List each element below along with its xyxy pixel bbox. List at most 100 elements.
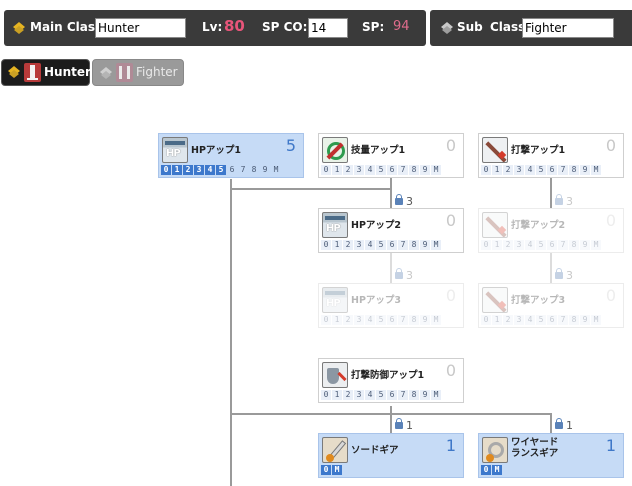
level-option[interactable]: 7: [558, 165, 568, 175]
level-option[interactable]: M: [271, 165, 281, 175]
skill-card-hp-up-1[interactable]: HP HPアップ1 5 0123456789M: [158, 133, 304, 178]
level-option[interactable]: 2: [343, 390, 353, 400]
level-option[interactable]: 4: [525, 165, 535, 175]
level-option[interactable]: 0: [321, 390, 331, 400]
level-option[interactable]: M: [431, 315, 441, 325]
level-option[interactable]: 6: [387, 390, 397, 400]
level-option[interactable]: 8: [569, 240, 579, 250]
level-option[interactable]: 5: [376, 390, 386, 400]
level-option[interactable]: 0: [481, 240, 491, 250]
level-option[interactable]: 2: [503, 240, 513, 250]
main-class-input[interactable]: Hunter: [95, 18, 186, 38]
skill-card-wired-lance-gear[interactable]: ワイヤード ランスギア 1 0M: [478, 433, 624, 478]
level-option[interactable]: 6: [227, 165, 237, 175]
level-option[interactable]: 5: [536, 315, 546, 325]
level-option[interactable]: M: [591, 315, 601, 325]
level-option[interactable]: 0: [321, 315, 331, 325]
level-option[interactable]: 7: [398, 390, 408, 400]
level-option[interactable]: 6: [547, 165, 557, 175]
level-option[interactable]: 8: [409, 240, 419, 250]
skill-card-strike-up-3[interactable]: 打撃アップ3 0 0123456789M: [478, 283, 624, 328]
level-option[interactable]: 4: [365, 165, 375, 175]
sub-class-input[interactable]: Fighter: [522, 18, 614, 38]
level-option[interactable]: 4: [525, 240, 535, 250]
skill-card-hp-up-3[interactable]: HP HPアップ3 0 0123456789M: [318, 283, 464, 328]
skill-card-sword-gear[interactable]: ソードギア 1 0M: [318, 433, 464, 478]
level-option[interactable]: 8: [409, 315, 419, 325]
spco-input[interactable]: 14: [308, 18, 348, 38]
level-option[interactable]: 7: [398, 315, 408, 325]
level-option[interactable]: 4: [365, 315, 375, 325]
level-option[interactable]: M: [591, 240, 601, 250]
level-option[interactable]: 9: [580, 240, 590, 250]
skill-card-hp-up-2[interactable]: HP HPアップ2 0 0123456789M: [318, 208, 464, 253]
level-option[interactable]: 8: [569, 165, 579, 175]
level-option[interactable]: 7: [398, 240, 408, 250]
tab-fighter[interactable]: Fighter: [92, 59, 184, 86]
level-option[interactable]: 5: [536, 165, 546, 175]
level-option[interactable]: 0: [321, 465, 331, 475]
level-option[interactable]: 3: [354, 315, 364, 325]
level-option[interactable]: 3: [354, 165, 364, 175]
level-option[interactable]: 2: [183, 165, 193, 175]
level-option[interactable]: 0: [321, 165, 331, 175]
level-option[interactable]: 9: [260, 165, 270, 175]
level-option[interactable]: 3: [194, 165, 204, 175]
level-option[interactable]: M: [431, 390, 441, 400]
level-option[interactable]: 1: [332, 315, 342, 325]
level-option[interactable]: 7: [398, 165, 408, 175]
level-option[interactable]: 9: [420, 240, 430, 250]
level-option[interactable]: 7: [558, 240, 568, 250]
level-option[interactable]: 7: [558, 315, 568, 325]
level-option[interactable]: 4: [365, 390, 375, 400]
level-option[interactable]: 0: [481, 165, 491, 175]
level-option[interactable]: 4: [525, 315, 535, 325]
level-option[interactable]: M: [492, 465, 502, 475]
level-option[interactable]: 0: [481, 315, 491, 325]
level-option[interactable]: 9: [580, 315, 590, 325]
level-option[interactable]: 7: [238, 165, 248, 175]
level-option[interactable]: 8: [569, 315, 579, 325]
level-option[interactable]: 6: [387, 240, 397, 250]
level-option[interactable]: 2: [343, 315, 353, 325]
level-option[interactable]: 3: [354, 240, 364, 250]
level-option[interactable]: 5: [536, 240, 546, 250]
level-option[interactable]: 6: [387, 165, 397, 175]
skill-card-tech-up-1[interactable]: 技量アップ1 0 0123456789M: [318, 133, 464, 178]
level-option[interactable]: 1: [332, 165, 342, 175]
level-option[interactable]: 5: [376, 165, 386, 175]
skill-card-strike-up-2[interactable]: 打撃アップ2 0 0123456789M: [478, 208, 624, 253]
level-option[interactable]: 8: [409, 165, 419, 175]
level-option[interactable]: 1: [332, 390, 342, 400]
level-option[interactable]: M: [431, 240, 441, 250]
level-option[interactable]: M: [431, 165, 441, 175]
level-option[interactable]: 5: [376, 240, 386, 250]
level-option[interactable]: 0: [161, 165, 171, 175]
level-option[interactable]: 6: [547, 240, 557, 250]
level-option[interactable]: 5: [216, 165, 226, 175]
level-option[interactable]: 8: [249, 165, 259, 175]
level-option[interactable]: 9: [420, 390, 430, 400]
level-option[interactable]: M: [591, 165, 601, 175]
level-option[interactable]: 2: [343, 165, 353, 175]
level-option[interactable]: 5: [376, 315, 386, 325]
level-option[interactable]: 6: [387, 315, 397, 325]
level-option[interactable]: 1: [492, 315, 502, 325]
level-option[interactable]: 9: [580, 165, 590, 175]
level-option[interactable]: 1: [332, 240, 342, 250]
level-option[interactable]: 8: [409, 390, 419, 400]
level-option[interactable]: 4: [205, 165, 215, 175]
level-option[interactable]: 1: [172, 165, 182, 175]
level-option[interactable]: 3: [514, 165, 524, 175]
level-option[interactable]: 1: [492, 165, 502, 175]
level-option[interactable]: 6: [547, 315, 557, 325]
level-option[interactable]: 9: [420, 315, 430, 325]
level-option[interactable]: 3: [354, 390, 364, 400]
tab-hunter[interactable]: Hunter: [1, 59, 91, 86]
level-option[interactable]: 9: [420, 165, 430, 175]
level-option[interactable]: 1: [492, 240, 502, 250]
level-option[interactable]: 3: [514, 315, 524, 325]
level-option[interactable]: 0: [321, 240, 331, 250]
level-option[interactable]: 2: [503, 315, 513, 325]
level-option[interactable]: 0: [481, 465, 491, 475]
